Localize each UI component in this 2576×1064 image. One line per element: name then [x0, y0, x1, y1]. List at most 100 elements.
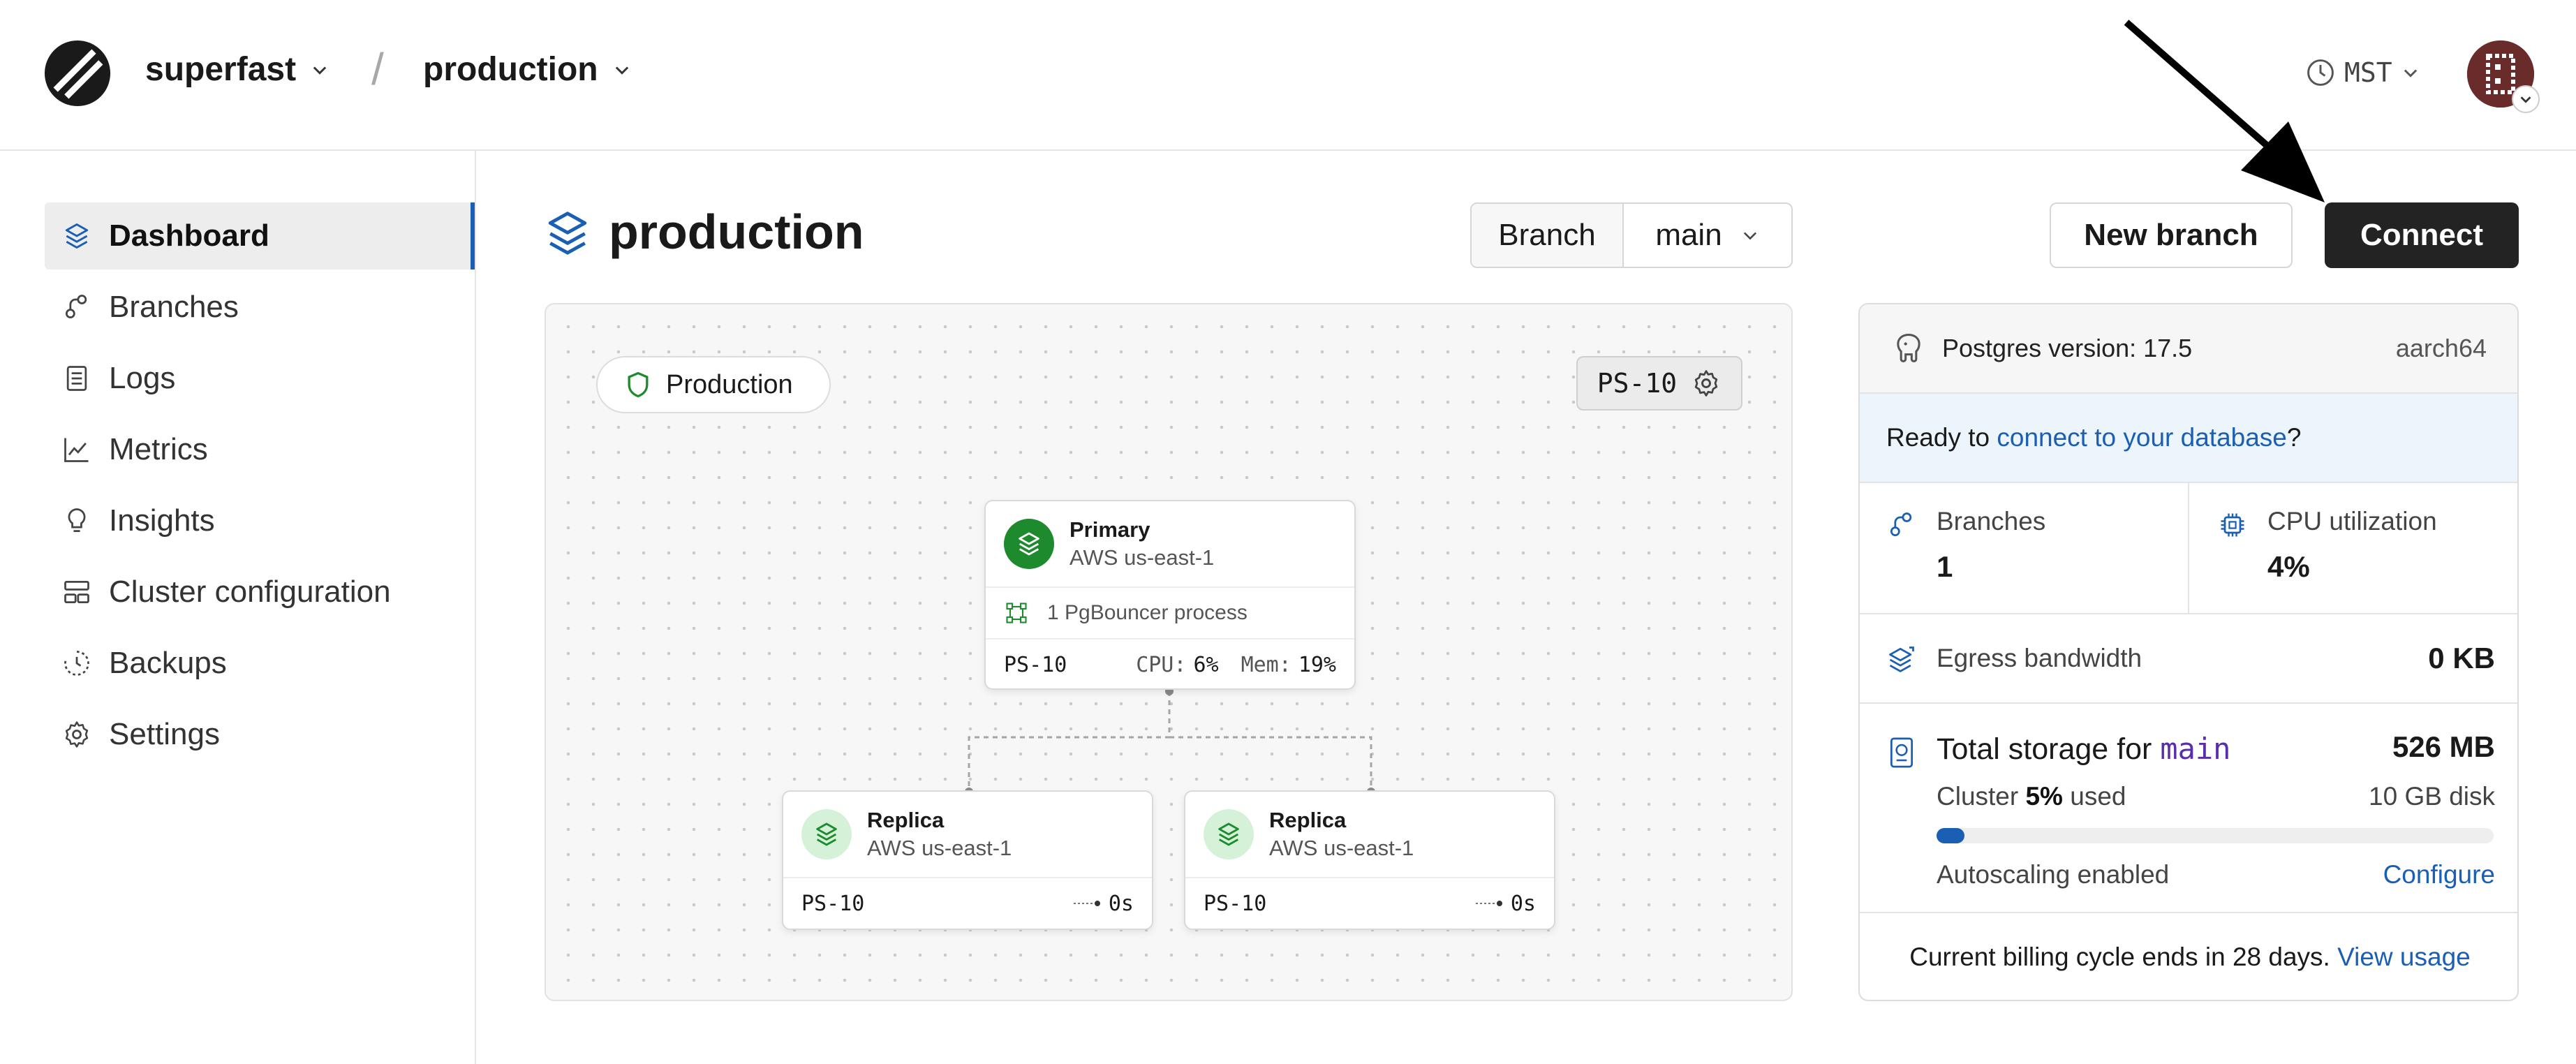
page-title: production — [609, 205, 864, 259]
replication-lag: 0s — [1108, 891, 1134, 916]
chevron-down-icon — [2520, 96, 2531, 103]
cluster-percent: 5% — [2025, 782, 2063, 811]
storage-value: 526 MB — [2392, 730, 2495, 763]
architecture: aarch64 — [2395, 334, 2487, 362]
storage-prefix: Total storage for — [1937, 732, 2161, 766]
node-region: AWS us-east-1 — [1269, 836, 1414, 860]
node-header: Replica AWS us-east-1 — [783, 792, 1152, 877]
ready-suffix: ? — [2286, 423, 2302, 452]
storage-section: Total storage for main 526 MB Cluster 5%… — [1860, 704, 2517, 913]
view-usage-link[interactable]: View usage — [2337, 943, 2471, 972]
sidebar-item-backups[interactable]: Backups — [45, 630, 475, 697]
database-badge — [801, 809, 852, 859]
node-stats-row: PS-10 0s — [1185, 877, 1554, 929]
node-size: PS-10 — [801, 891, 865, 916]
node-size: PS-10 — [1004, 652, 1067, 677]
cpu-chip-icon — [2221, 513, 2244, 537]
sidebar-item-branches[interactable]: Branches — [45, 274, 475, 341]
sidebar-item-logs[interactable]: Logs — [45, 345, 475, 412]
billing-text: Current billing cycle ends in 28 days. — [1909, 943, 2338, 971]
egress-row[interactable]: Egress bandwidth 0 KB — [1860, 614, 2517, 704]
mem-value: 19% — [1298, 652, 1336, 677]
node-size: PS-10 — [1204, 891, 1267, 916]
mem-label: Mem: — [1241, 652, 1291, 677]
cpu-metric[interactable]: CPU utilization 4% — [2191, 483, 2517, 613]
branches-label: Branches — [1937, 507, 2046, 535]
storage-title: Total storage for main — [1937, 732, 2230, 767]
arrow-annotation — [2124, 20, 2325, 202]
node-region: AWS us-east-1 — [1069, 545, 1215, 570]
branch-value: main — [1655, 218, 1722, 252]
sidebar: Dashboard Branches Logs Metrics Insights… — [0, 151, 476, 1064]
account-menu-toggle[interactable] — [2512, 85, 2540, 113]
sidebar-item-dashboard[interactable]: Dashboard — [45, 202, 475, 269]
branches-icon — [1890, 512, 1912, 537]
sidebar-item-label: Branches — [109, 290, 239, 324]
stack-icon — [548, 212, 587, 255]
sidebar-item-label: Logs — [109, 361, 176, 395]
configure-link[interactable]: Configure — [2383, 860, 2495, 889]
org-switcher[interactable]: superfast — [145, 50, 330, 89]
chevron-down-icon — [1743, 232, 1756, 240]
branch-selector[interactable]: Branch main — [1470, 202, 1793, 268]
storage-icon — [1890, 737, 1914, 768]
cluster-diagram: Production PS-10 Primary AWS us-east-1 1… — [545, 303, 1793, 1001]
database-badge — [1004, 519, 1054, 569]
node-stats-row: PS-10 0s — [783, 877, 1152, 929]
ready-prefix: Ready to — [1886, 423, 1997, 452]
branch-dropdown[interactable]: main — [1624, 204, 1791, 267]
node-name: Replica — [867, 808, 945, 832]
connect-button[interactable]: Connect — [2325, 202, 2519, 268]
stack-icon — [1218, 822, 1239, 846]
logs-icon — [66, 366, 87, 391]
timezone-label: MST — [2344, 57, 2392, 88]
stack-icon — [816, 822, 837, 846]
database-name: production — [423, 51, 598, 88]
stack-icon — [65, 223, 89, 249]
gear-icon — [65, 721, 89, 748]
replication-lag-icon — [1475, 901, 1502, 906]
timezone-selector[interactable]: MST — [2305, 57, 2420, 88]
sidebar-item-label: Backups — [109, 646, 227, 680]
connect-prompt: Ready to connect to your database ? — [1860, 394, 2517, 483]
backup-icon — [64, 651, 89, 676]
postgres-version: Postgres version: 17.5 — [1942, 334, 2193, 362]
sidebar-item-label: Insights — [109, 503, 215, 538]
storage-branch: main — [2160, 732, 2231, 766]
branch-label: Branch — [1472, 204, 1624, 267]
database-switcher[interactable]: production — [423, 50, 632, 89]
cluster-icon — [64, 580, 89, 604]
clock-icon — [2307, 59, 2334, 86]
egress-label: Egress bandwidth — [1937, 644, 2142, 672]
new-branch-button[interactable]: New branch — [2050, 202, 2293, 268]
node-header: Replica AWS us-east-1 — [1185, 792, 1554, 877]
postgres-version-row: Postgres version: 17.5 aarch64 — [1860, 304, 2517, 394]
top-bar: superfast / production MST — [0, 0, 2576, 202]
replica-node[interactable]: Replica AWS us-east-1 PS-10 0s — [782, 790, 1153, 930]
egress-icon — [1889, 646, 1914, 672]
branches-icon — [65, 295, 87, 319]
pgbouncer-icon — [1006, 603, 1027, 623]
metrics-icon — [64, 438, 89, 462]
node-header: Primary AWS us-east-1 — [986, 501, 1354, 586]
branches-metric[interactable]: Branches 1 — [1860, 483, 2189, 613]
connect-database-link[interactable]: connect to your database — [1997, 423, 2287, 452]
pgbouncer-row[interactable]: 1 PgBouncer process — [986, 586, 1354, 638]
breadcrumb-separator: / — [371, 44, 384, 94]
sidebar-item-label: Dashboard — [109, 219, 269, 253]
sidebar-item-insights[interactable]: Insights — [45, 487, 475, 554]
planetscale-logo[interactable] — [43, 39, 112, 108]
node-name: Replica — [1269, 808, 1347, 832]
node-region: AWS us-east-1 — [867, 836, 1012, 860]
primary-node[interactable]: Primary AWS us-east-1 1 PgBouncer proces… — [984, 500, 1356, 690]
cluster-usage: Cluster 5% used — [1937, 782, 2126, 811]
replica-node[interactable]: Replica AWS us-east-1 PS-10 0s — [1184, 790, 1555, 930]
sidebar-item-cluster-configuration[interactable]: Cluster configuration — [45, 559, 475, 626]
sidebar-item-metrics[interactable]: Metrics — [45, 416, 475, 483]
chevron-down-icon — [2404, 69, 2417, 77]
branches-value: 1 — [1937, 550, 1953, 583]
chevron-down-icon — [615, 66, 628, 75]
cluster-prefix: Cluster — [1937, 782, 2026, 811]
sidebar-item-settings[interactable]: Settings — [45, 701, 475, 768]
disk-size: 10 GB disk — [2369, 782, 2495, 811]
